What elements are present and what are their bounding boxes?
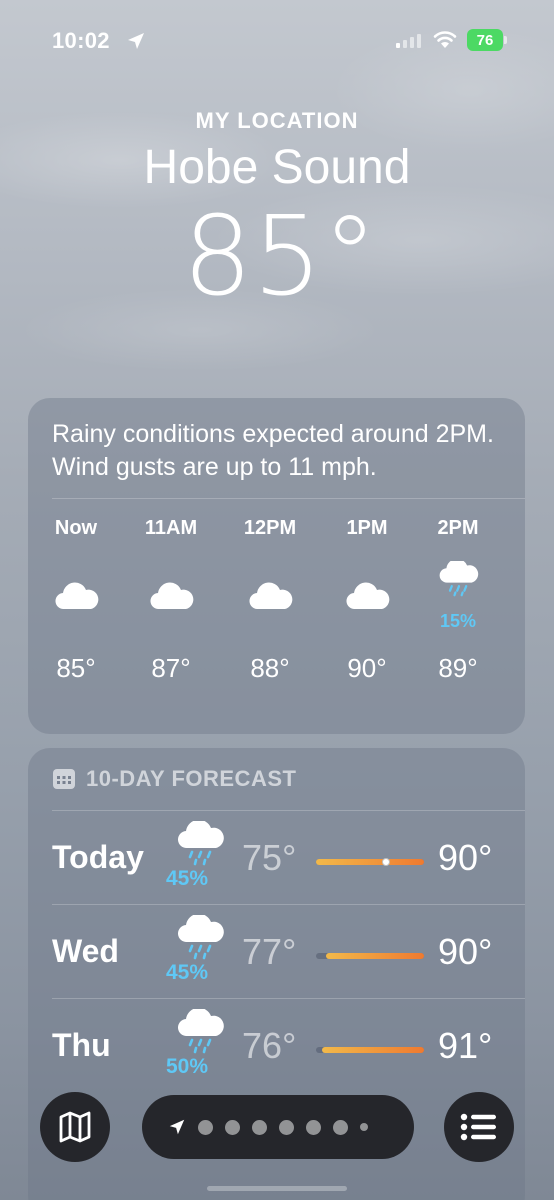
cloud-rain-icon [178, 821, 224, 866]
page-dot[interactable] [198, 1119, 213, 1135]
hour-label: 12PM [243, 517, 297, 539]
location-header: MY LOCATION Hobe Sound 85° [0, 108, 554, 311]
current-temperature: 85° [182, 192, 378, 320]
hour-label: 11AM [144, 517, 198, 539]
hour-label: 1PM [346, 517, 388, 539]
page-dot[interactable] [252, 1119, 267, 1135]
calendar-icon [53, 769, 75, 789]
cloud-icon [249, 582, 293, 610]
hour-label: Now [54, 517, 98, 539]
day-name: Wed [52, 933, 119, 969]
precip-chance: 45% [166, 867, 209, 890]
map-button[interactable] [40, 1092, 110, 1162]
cloud-icon [55, 582, 99, 610]
day-name: Today [52, 839, 144, 875]
forecast-row-wed[interactable]: Wed 45% 77° 90° [52, 904, 525, 998]
location-arrow-icon [128, 33, 144, 49]
low-temp: 75° [242, 837, 297, 878]
precip-chance: 15% [439, 611, 477, 631]
hour-label: 2PM [437, 517, 479, 539]
high-temp: 90° [438, 837, 493, 878]
bottom-toolbar [0, 1092, 554, 1162]
cloud-rain-icon [178, 915, 224, 960]
hour-temp: 87° [151, 653, 191, 683]
cloud-icon [150, 582, 194, 610]
hour-temp: 89° [438, 653, 478, 683]
temp-range-bar [316, 953, 424, 959]
status-time: 10:02 [52, 28, 110, 53]
weather-summary: Rainy conditions expected around 2PM. Wi… [52, 420, 494, 481]
list-icon [460, 1113, 496, 1141]
low-temp: 77° [242, 931, 297, 972]
location-arrow-icon [169, 1119, 185, 1135]
forecast-row-today[interactable]: Today 45% 75° 90° [52, 810, 525, 904]
hourly-scroller[interactable]: Now 85° 11AM 87° 12PM 88° 1PM 90° 2PM 15… [28, 499, 525, 699]
city-name: Hobe Sound [143, 141, 411, 194]
cloud-icon [346, 582, 390, 610]
current-temp-marker [382, 858, 390, 866]
page-dot[interactable] [306, 1119, 321, 1135]
wifi-icon [433, 31, 457, 48]
hour-temp: 88° [250, 653, 290, 683]
hour-temp: 90° [347, 653, 387, 683]
map-icon [59, 1111, 91, 1143]
precip-chance: 50% [166, 1055, 209, 1078]
battery-icon: 76 [467, 29, 509, 51]
hourly-forecast-card[interactable]: Rainy conditions expected around 2PM. Wi… [28, 398, 525, 734]
my-location-label: MY LOCATION [195, 108, 359, 133]
day-name: Thu [52, 1027, 111, 1063]
precip-chance: 45% [166, 961, 209, 984]
temp-range-bar [316, 1047, 424, 1053]
hour-temp: 85° [56, 653, 96, 683]
high-temp: 91° [438, 1025, 493, 1066]
status-bar: 10:02 76 [0, 0, 554, 84]
temp-range-bar [316, 858, 424, 866]
battery-level: 76 [476, 31, 494, 49]
forecast-header: 10-DAY FORECAST [28, 748, 525, 810]
cellular-signal-icon [396, 34, 421, 48]
cloud-rain-icon [439, 561, 479, 597]
cloud-rain-icon [178, 1009, 224, 1054]
home-indicator[interactable] [207, 1186, 347, 1191]
forecast-title: 10-DAY FORECAST [86, 766, 297, 791]
page-dot[interactable] [225, 1119, 240, 1135]
page-dot[interactable] [333, 1119, 348, 1135]
high-temp: 90° [438, 931, 493, 972]
page-dot[interactable] [360, 1123, 368, 1131]
location-pager[interactable] [142, 1095, 414, 1159]
location-list-button[interactable] [444, 1092, 514, 1162]
page-dot[interactable] [279, 1119, 294, 1135]
forecast-row-thu[interactable]: Thu 50% 76° 91° [52, 998, 525, 1092]
low-temp: 76° [242, 1025, 297, 1066]
